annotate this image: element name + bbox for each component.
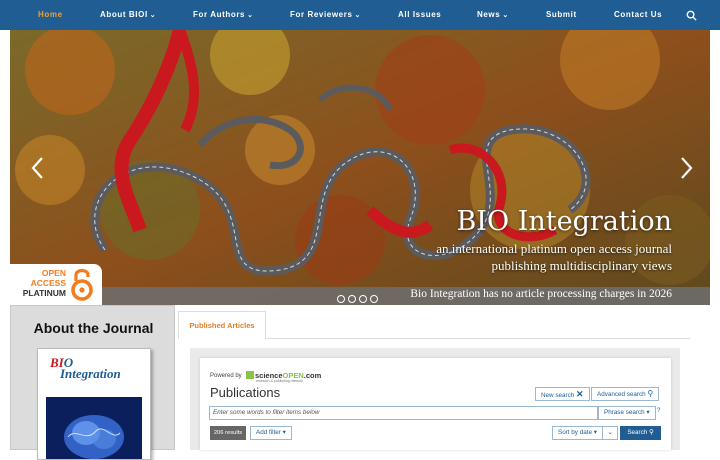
top-navigation: Home About BIOI ⌄ For Authors ⌄ For Review… <box>0 0 720 30</box>
about-journal-title: About the Journal <box>33 320 154 336</box>
scienceopen-tagline: research & publishing network <box>256 379 303 383</box>
carousel-dot[interactable] <box>370 295 378 303</box>
help-icon[interactable]: ? <box>657 408 660 414</box>
hero-subtitle-line2: publishing multidisciplinary views <box>491 258 672 273</box>
add-filter-button[interactable]: Add filter ▾ <box>250 426 292 440</box>
hero-subtitle-line1: an international platinum open access jo… <box>436 241 672 256</box>
advanced-search-button[interactable]: Advanced search ⚲ <box>591 387 660 401</box>
search-icon: ⚲ <box>649 429 654 436</box>
caret-down-icon: ▾ <box>282 429 286 436</box>
powered-by-label: Powered by <box>210 373 242 379</box>
tab-divider <box>266 338 690 339</box>
nav-contact-us[interactable]: Contact Us <box>614 0 662 30</box>
oa-line1: OPEN <box>41 268 66 278</box>
phrase-search-select[interactable]: Phrase search ▾ <box>598 406 656 420</box>
search-icon: ⚲ <box>647 389 654 398</box>
hero-carousel: BIO Integration an international platinu… <box>10 30 710 305</box>
tab-published-articles[interactable]: Published Articles <box>178 311 266 339</box>
scienceopen-widget: Powered by scienceOPEN.com research & pu… <box>200 358 671 450</box>
oa-line2: ACCESS <box>30 278 66 288</box>
new-search-button[interactable]: New search ✕ <box>535 387 590 401</box>
nav-for-reviewers[interactable]: For Reviewers ⌄ <box>290 0 361 30</box>
carousel-dot[interactable] <box>348 295 356 303</box>
carousel-indicators <box>337 290 381 303</box>
carousel-dot[interactable] <box>337 295 345 303</box>
open-access-badge: OPEN ACCESS PLATINUM <box>10 264 102 305</box>
scienceopen-logo-mark <box>246 371 254 379</box>
filter-input[interactable]: Enter some words to filter items below <box>209 406 598 420</box>
publications-title: Publications <box>210 385 281 400</box>
caret-down-icon: ▾ <box>646 409 650 416</box>
search-icon[interactable] <box>686 10 697 21</box>
close-icon: ✕ <box>576 389 584 399</box>
about-sidebar: About the Journal BIO Integration <box>10 305 175 460</box>
cover-logo: BIO Integration <box>50 355 121 381</box>
search-button[interactable]: Search ⚲ <box>620 426 661 440</box>
sort-select[interactable]: Sort by date ▾ <box>552 426 603 440</box>
hero-title: BIO Integration <box>456 206 672 237</box>
chevron-left-icon[interactable] <box>28 155 48 181</box>
results-count-badge: 206 results <box>210 426 246 440</box>
carousel-dot[interactable] <box>359 295 367 303</box>
nav-about-bioi[interactable]: About BIOI ⌄ <box>100 0 156 30</box>
caret-down-icon: ▾ <box>593 429 597 436</box>
chevron-down-icon: ⌄ <box>149 12 157 19</box>
open-lock-icon <box>71 268 93 301</box>
journal-cover[interactable]: BIO Integration <box>37 348 151 460</box>
chevron-down-icon: ⌄ <box>502 12 509 19</box>
sort-toggle-button[interactable]: ⌄ <box>602 426 618 440</box>
nav-for-authors[interactable]: For Authors ⌄ <box>193 0 254 30</box>
chevron-down-icon: ⌄ <box>607 429 613 436</box>
nav-submit[interactable]: Submit <box>546 0 577 30</box>
chevron-down-icon: ⌄ <box>354 12 361 19</box>
nav-home[interactable]: Home <box>38 0 63 30</box>
chevron-down-icon: ⌄ <box>247 12 254 19</box>
oa-line3: PLATINUM <box>22 288 66 298</box>
chevron-right-icon[interactable] <box>676 155 696 181</box>
nav-news[interactable]: News ⌄ <box>477 0 509 30</box>
nav-all-issues[interactable]: All Issues <box>398 0 441 30</box>
